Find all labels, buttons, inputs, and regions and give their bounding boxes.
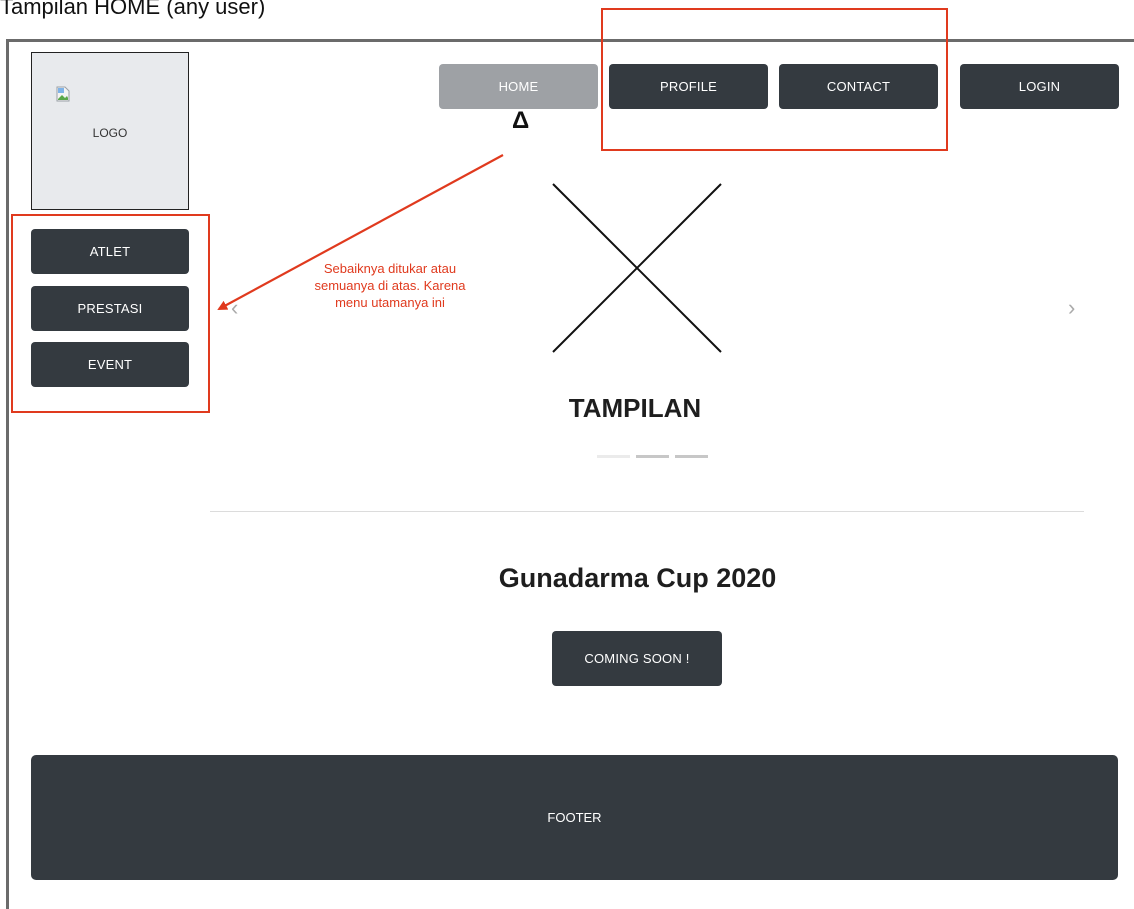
coming-soon-button[interactable]: COMING SOON !	[552, 631, 722, 686]
logo[interactable]: LOGO	[31, 52, 189, 210]
annotation-note: Sebaiknya ditukar atau semuanya di atas.…	[314, 261, 466, 310]
broken-image-icon	[56, 86, 70, 102]
annotation-box-sidebar	[11, 214, 210, 413]
carousel-indicator-1[interactable]	[597, 455, 630, 458]
carousel-indicator-2[interactable]	[636, 455, 669, 458]
footer-label: FOOTER	[547, 810, 602, 825]
carousel-title: TAMPILAN	[568, 393, 702, 423]
nav-login-button[interactable]: LOGIN	[960, 64, 1119, 109]
cursor-mark: Δ	[512, 107, 530, 134]
page-caption: Tampilan HOME (any user)	[0, 0, 266, 19]
logo-text: LOGO	[92, 126, 128, 140]
chevron-right-icon[interactable]: ›	[1068, 295, 1075, 321]
chevron-left-icon[interactable]: ‹	[231, 295, 238, 321]
footer: FOOTER	[31, 755, 1118, 880]
carousel-indicator-3[interactable]	[675, 455, 708, 458]
event-title: Gunadarma Cup 2020	[498, 563, 777, 593]
divider	[210, 511, 1084, 512]
annotation-box-top-nav	[601, 8, 948, 151]
nav-home-button[interactable]: HOME	[439, 64, 598, 109]
